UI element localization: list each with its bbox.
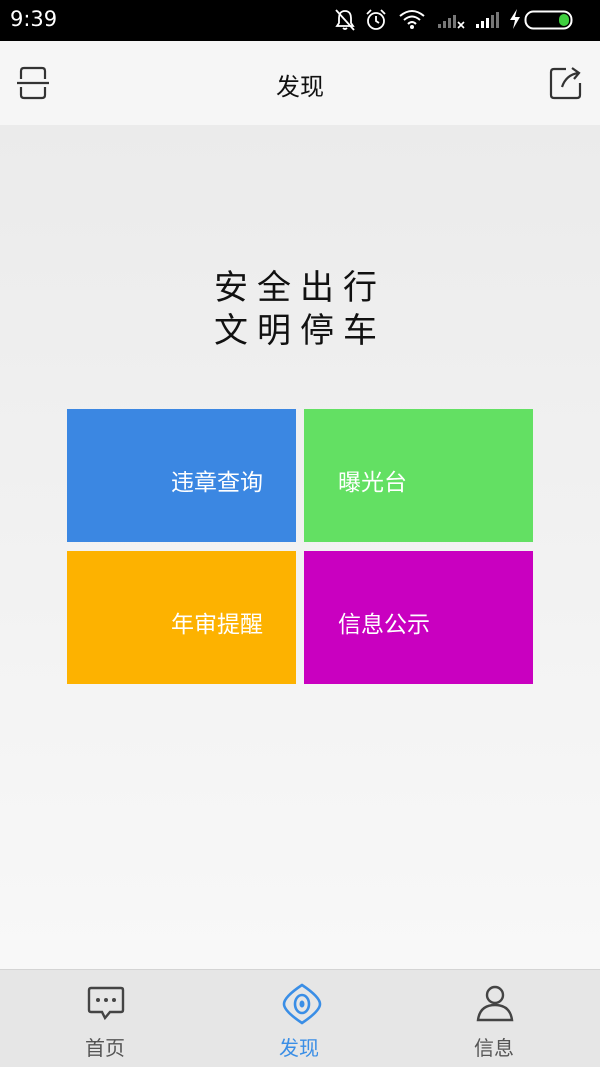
- exposure-platform-tile[interactable]: 曝光台: [304, 409, 533, 542]
- tab-label: 首页: [85, 1036, 125, 1060]
- main-content: 安全出行 文明停车 违章查询 曝光台 年审提醒 信息公示: [0, 125, 600, 969]
- slogan-line-2: 文明停车: [214, 311, 386, 351]
- wifi-icon: [399, 10, 425, 29]
- share-icon: [549, 67, 582, 100]
- status-icons: [332, 8, 592, 34]
- tab-label: 信息: [474, 1036, 514, 1060]
- annual-review-reminder-tile[interactable]: 年审提醒: [67, 551, 296, 684]
- tile-label: 信息公示: [338, 612, 430, 638]
- person-icon: [476, 985, 514, 1022]
- status-bar: 9:39: [0, 0, 600, 41]
- tab-label: 发现: [279, 1036, 319, 1060]
- bell-muted-icon: [335, 9, 355, 31]
- bottom-tab-bar: 首页 发现 信息: [0, 969, 600, 1067]
- share-button[interactable]: [548, 65, 584, 101]
- header: 发现: [0, 41, 600, 125]
- tab-info[interactable]: 信息: [394, 970, 594, 1067]
- alarm-icon: [366, 9, 386, 30]
- tile-label: 曝光台: [338, 470, 407, 496]
- page-title: 发现: [276, 73, 324, 101]
- eye-icon: [282, 983, 322, 1025]
- status-time: 9:39: [10, 7, 58, 31]
- signal-icon: [476, 12, 499, 28]
- slogan-line-1: 安全出行: [214, 268, 386, 308]
- signal-icon: [438, 15, 465, 29]
- tab-home[interactable]: 首页: [5, 970, 205, 1067]
- chat-bubble-icon: [87, 986, 125, 1021]
- tab-discover[interactable]: 发现: [199, 970, 399, 1067]
- battery-icon: [524, 10, 573, 30]
- information-notice-tile[interactable]: 信息公示: [304, 551, 533, 684]
- charging-icon: [510, 9, 520, 29]
- tile-label: 年审提醒: [171, 612, 263, 638]
- tile-label: 违章查询: [171, 470, 263, 496]
- violation-query-tile[interactable]: 违章查询: [67, 409, 296, 542]
